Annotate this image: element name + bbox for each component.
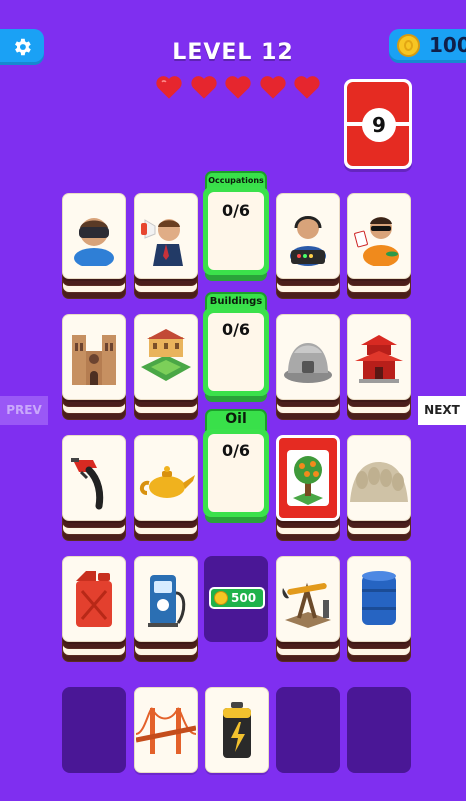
coin-icon (214, 591, 228, 605)
heart-icon (156, 76, 182, 99)
tile-battery[interactable] (205, 687, 269, 773)
next-button[interactable]: NEXT (418, 396, 466, 425)
tile-orange-tree-card[interactable] (276, 435, 340, 541)
heart-icon (294, 76, 320, 99)
tile-oil-lamp[interactable] (134, 435, 198, 541)
stone-house-icon (284, 343, 332, 383)
tile-vr-headset-person[interactable] (62, 193, 126, 299)
jerry-can-icon (76, 571, 112, 627)
reward-value: 500 (231, 591, 257, 605)
tile-call-center-operator[interactable] (276, 193, 340, 299)
battery-icon (223, 702, 251, 758)
golden-gate-bridge-icon (136, 707, 196, 754)
category-slot-oil[interactable]: Oil 0/6 (203, 409, 269, 531)
coin-icon (397, 34, 420, 57)
mount-rushmore-icon (350, 462, 408, 502)
tile-oil-barrel[interactable] (347, 556, 411, 662)
tile-jerry-can[interactable] (62, 556, 126, 662)
empty-cell (62, 687, 126, 773)
heart-icon (225, 76, 251, 99)
charging-station-icon (148, 575, 186, 627)
heart-icon (259, 76, 286, 99)
empty-cell (347, 687, 411, 773)
palace-with-gardens-icon (141, 329, 191, 381)
category-progress: 0/6 (221, 320, 251, 339)
orange-tree-icon (287, 450, 329, 506)
category-slot-buildings[interactable]: Buildings 0/6 (203, 292, 269, 410)
tile-palace-with-gardens[interactable] (134, 314, 198, 420)
chinese-temple-icon (355, 335, 403, 383)
category-progress: 0/6 (221, 201, 251, 220)
remaining-cards-count: 9 (362, 108, 396, 142)
coin-balance[interactable]: 100 (389, 29, 466, 63)
call-center-operator-icon (290, 216, 326, 266)
tile-stone-house[interactable] (276, 314, 340, 420)
fuel-nozzle-icon (71, 458, 104, 510)
tile-charging-station[interactable] (134, 556, 198, 662)
poker-player-icon (354, 217, 399, 266)
heart-icon (190, 76, 217, 99)
notre-dame-cathedral-icon (72, 335, 116, 385)
oil-barrel-icon (362, 571, 396, 625)
empty-cell (276, 687, 340, 773)
tile-mount-rushmore[interactable] (347, 435, 411, 541)
tile-chinese-temple[interactable] (347, 314, 411, 420)
tile-fuel-nozzle[interactable] (62, 435, 126, 541)
tile-poker-player[interactable] (347, 193, 411, 299)
reward-badge[interactable]: 500 (209, 587, 265, 609)
megaphone-businessman-icon (141, 219, 183, 266)
tile-megaphone-businessman[interactable] (134, 193, 198, 299)
vr-headset-person-icon (74, 218, 114, 266)
tile-notre-dame-cathedral[interactable] (62, 314, 126, 420)
coin-count: 100 (429, 33, 466, 57)
tile-golden-gate-bridge[interactable] (134, 687, 198, 773)
remaining-cards-deck[interactable]: 9 (344, 79, 412, 169)
category-label: Oil (205, 409, 267, 431)
oil-lamp-icon (140, 466, 195, 498)
category-slot-occupations[interactable]: Occupations 0/6 (203, 171, 269, 289)
oil-pump-jack-icon (282, 582, 331, 628)
lives-hearts (155, 73, 321, 103)
category-progress: 0/6 (221, 441, 251, 460)
prev-button[interactable]: PREV (0, 396, 48, 425)
tile-oil-pump-jack[interactable] (276, 556, 340, 662)
